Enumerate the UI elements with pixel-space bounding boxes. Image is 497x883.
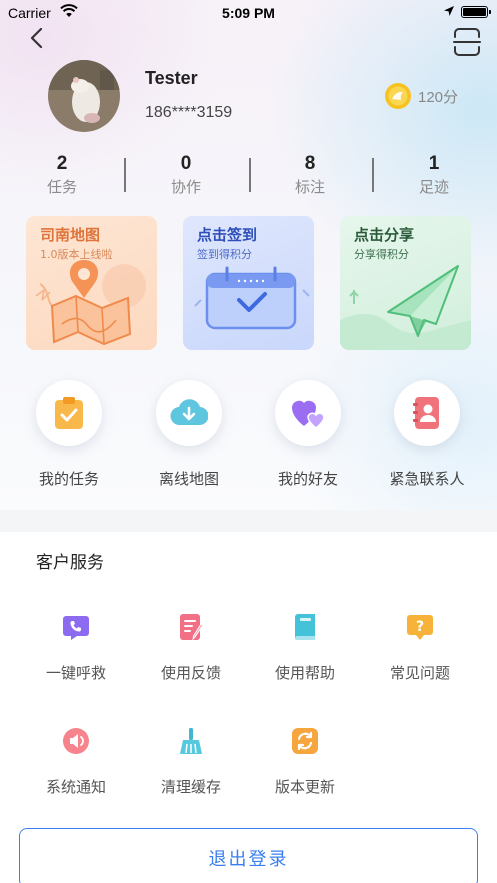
section-divider — [0, 510, 497, 532]
service-sos[interactable]: 一键呼救 — [21, 612, 131, 683]
stats-row: 2 任务 0 协作 8 标注 1 足迹 — [0, 152, 497, 200]
stat-label: 标注 — [294, 178, 325, 196]
logout-button[interactable]: 退出登录 — [19, 828, 478, 883]
cloud-download-icon — [156, 380, 222, 446]
shortcut-my-friends[interactable]: 我的好友 — [253, 380, 363, 489]
logout-label: 退出登录 — [208, 849, 289, 870]
stat-divider — [124, 158, 126, 192]
service-label: 一键呼救 — [45, 664, 106, 682]
shortcut-label: 我的任务 — [38, 470, 99, 488]
card-subtitle: 1.0版本上线啦 — [40, 248, 113, 261]
scan-icon[interactable] — [452, 27, 482, 57]
coin-icon — [385, 83, 411, 109]
stat-label: 足迹 — [418, 178, 449, 196]
card-title: 司南地图 — [40, 226, 101, 244]
hearts-icon — [275, 380, 341, 446]
card-subtitle: 签到得积分 — [197, 248, 252, 261]
refresh-icon — [292, 728, 318, 754]
card-map[interactable]: 司南地图 1.0版本上线啦 — [26, 216, 157, 350]
back-chevron-icon[interactable] — [26, 26, 48, 50]
card-title: 点击签到 — [197, 226, 258, 244]
stat-label: 任务 — [46, 178, 77, 196]
feedback-edit-icon — [180, 614, 204, 641]
stat-value: 0 — [180, 153, 192, 174]
service-label: 清理缓存 — [160, 778, 221, 796]
battery-icon — [461, 6, 491, 18]
service-help[interactable]: 使用帮助 — [250, 612, 360, 683]
stat-divider — [249, 158, 251, 192]
card-subtitle: 分享得积分 — [354, 248, 409, 261]
service-label: 常见问题 — [389, 664, 450, 682]
stat-label: 协作 — [170, 178, 201, 196]
username: Tester — [145, 68, 198, 88]
service-label: 使用帮助 — [274, 664, 335, 682]
service-label: 系统通知 — [45, 778, 106, 796]
service-feedback[interactable]: 使用反馈 — [136, 612, 246, 683]
stat-tasks[interactable]: 2 任务 — [17, 152, 107, 198]
avatar[interactable] — [48, 60, 120, 132]
phone-number: 186****3159 — [145, 104, 233, 121]
points-value: 120分 — [418, 88, 459, 106]
shortcut-emergency-contact[interactable]: 紧急联系人 — [372, 380, 482, 489]
question-mark-icon: ? — [407, 615, 433, 640]
shortcut-label: 我的好友 — [277, 470, 338, 488]
svg-text:?: ? — [416, 619, 424, 635]
shortcut-my-tasks[interactable]: 我的任务 — [14, 380, 124, 489]
broom-icon — [180, 728, 202, 754]
shortcut-label: 离线地图 — [158, 470, 219, 488]
card-share[interactable]: 点击分享 分享得积分 — [340, 216, 471, 350]
stat-value: 8 — [304, 153, 316, 174]
location-arrow-icon — [444, 6, 454, 16]
card-title: 点击分享 — [354, 226, 415, 244]
stat-collab[interactable]: 0 协作 — [141, 152, 231, 198]
contact-book-icon — [394, 380, 460, 446]
shortcut-offline-map[interactable]: 离线地图 — [134, 380, 244, 489]
stat-footprints[interactable]: 1 足迹 — [389, 152, 479, 198]
stat-marks[interactable]: 8 标注 — [265, 152, 355, 198]
stat-divider — [372, 158, 374, 192]
points-badge[interactable]: 120分 — [384, 82, 458, 110]
service-notice[interactable]: 系统通知 — [21, 726, 131, 797]
help-book-icon — [295, 614, 315, 641]
service-clear-cache[interactable]: 清理缓存 — [136, 726, 246, 797]
stat-value: 1 — [428, 153, 440, 174]
service-section-title: 客户服务 — [36, 553, 104, 573]
stat-value: 2 — [56, 153, 68, 174]
clock: 5:09 PM — [222, 5, 275, 21]
shortcut-label: 紧急联系人 — [389, 470, 465, 488]
service-label: 版本更新 — [274, 778, 335, 796]
service-faq[interactable]: ? 常见问题 — [365, 612, 475, 683]
phone-call-icon — [63, 616, 89, 640]
service-update[interactable]: 版本更新 — [250, 726, 360, 797]
status-bar: Carrier 5:09 PM — [0, 0, 497, 26]
clipboard-check-icon — [36, 380, 102, 446]
speaker-icon — [63, 728, 89, 754]
card-checkin[interactable]: 点击签到 签到得积分 — [183, 216, 314, 350]
service-label: 使用反馈 — [160, 664, 221, 682]
